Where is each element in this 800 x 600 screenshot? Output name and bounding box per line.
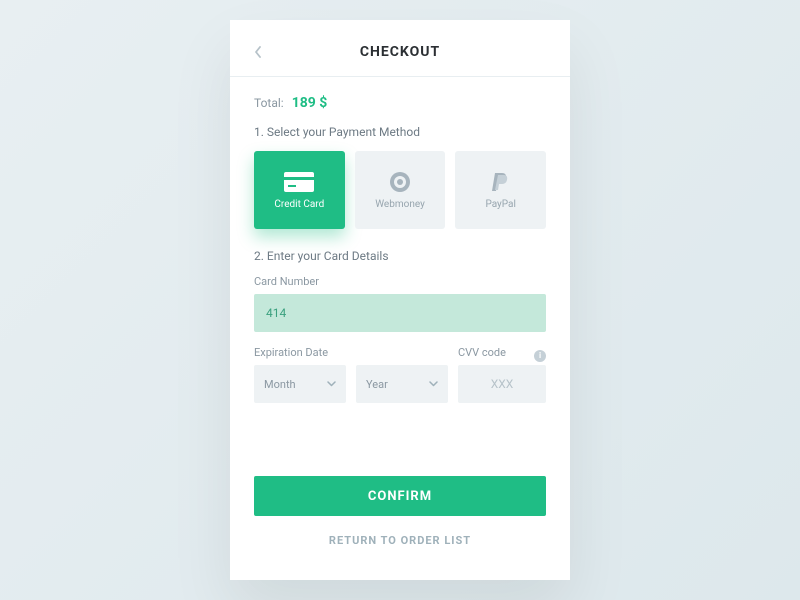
divider — [230, 76, 570, 77]
return-button[interactable]: RETURN TO ORDER LIST — [254, 520, 546, 560]
month-select[interactable]: Month — [254, 365, 346, 403]
webmoney-icon — [385, 171, 415, 193]
year-select[interactable]: Year — [356, 365, 448, 403]
cvv-input[interactable] — [458, 365, 546, 403]
chevron-left-icon — [254, 46, 262, 58]
payment-method-label: Webmoney — [375, 199, 425, 210]
back-button[interactable] — [254, 46, 262, 58]
expiration-label: Expiration Date — [254, 346, 448, 359]
total-row: Total: 189 $ — [254, 95, 546, 111]
payment-method-webmoney[interactable]: Webmoney — [355, 151, 446, 229]
total-label: Total: — [254, 96, 284, 110]
credit-card-icon — [284, 171, 314, 193]
cvv-label: CVV code — [458, 346, 506, 359]
payment-methods: Credit Card Webmoney PayPal — [254, 151, 546, 229]
step1-label: 1. Select your Payment Method — [254, 125, 546, 139]
confirm-button[interactable]: CONFIRM — [254, 476, 546, 516]
chevron-down-icon — [429, 381, 438, 387]
info-icon[interactable]: i — [534, 350, 546, 362]
checkout-card: CHECKOUT Total: 189 $ 1. Select your Pay… — [230, 20, 570, 580]
card-number-label: Card Number — [254, 275, 546, 288]
payment-method-credit-card[interactable]: Credit Card — [254, 151, 345, 229]
page-title: CHECKOUT — [360, 44, 440, 60]
paypal-icon — [486, 171, 516, 193]
total-value: 189 $ — [292, 95, 328, 111]
header: CHECKOUT — [254, 40, 546, 76]
card-number-input[interactable] — [254, 294, 546, 332]
chevron-down-icon — [327, 381, 336, 387]
month-placeholder: Month — [264, 378, 296, 391]
payment-method-label: PayPal — [485, 199, 515, 210]
payment-method-label: Credit Card — [274, 199, 324, 210]
payment-method-paypal[interactable]: PayPal — [455, 151, 546, 229]
year-placeholder: Year — [366, 378, 388, 391]
step2-label: 2. Enter your Card Details — [254, 249, 546, 263]
